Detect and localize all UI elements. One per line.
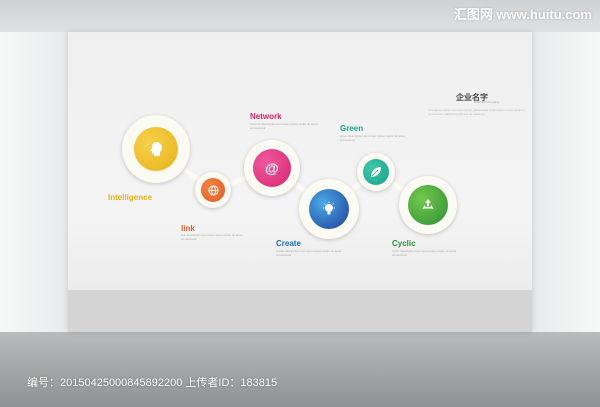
network-circle: @ bbox=[253, 149, 291, 187]
node-green bbox=[357, 153, 395, 191]
cyclic-circle bbox=[408, 185, 448, 225]
link-description: link description text lorem ipsum dolor … bbox=[181, 233, 243, 241]
network-description: network description text lorem ipsum dol… bbox=[250, 122, 318, 130]
label-intelligence: Intelligence bbox=[108, 193, 153, 202]
label-green: Green bbox=[340, 124, 364, 133]
cyclic-description: cyclic description text lorem ipsum dolo… bbox=[392, 249, 457, 257]
at-sign-icon: @ bbox=[265, 160, 279, 176]
label-create: Create bbox=[276, 239, 301, 248]
label-link: link bbox=[181, 224, 195, 233]
lightbulb-icon bbox=[323, 201, 335, 215]
node-cyclic bbox=[399, 176, 457, 234]
create-circle bbox=[309, 189, 349, 229]
green-description: green description text lorem ipsum dolor… bbox=[340, 134, 405, 142]
recycle-icon bbox=[422, 199, 434, 209]
link-circle bbox=[201, 178, 225, 202]
label-network: Network bbox=[250, 112, 282, 121]
head-icon bbox=[150, 142, 162, 156]
globe-icon bbox=[207, 184, 219, 196]
node-link bbox=[195, 172, 231, 208]
label-cyclic: Cyclic bbox=[392, 239, 416, 248]
green-circle bbox=[363, 159, 389, 185]
footer-id-text: 编号：20150425000845892200 上传者ID：183815 bbox=[27, 377, 278, 389]
node-intelligence bbox=[122, 115, 190, 183]
leaf-icon bbox=[371, 167, 381, 177]
node-network: @ bbox=[244, 140, 300, 196]
node-create bbox=[299, 179, 359, 239]
create-description: create description text lorem ipsum dolo… bbox=[276, 249, 342, 257]
intelligence-circle bbox=[134, 127, 178, 171]
